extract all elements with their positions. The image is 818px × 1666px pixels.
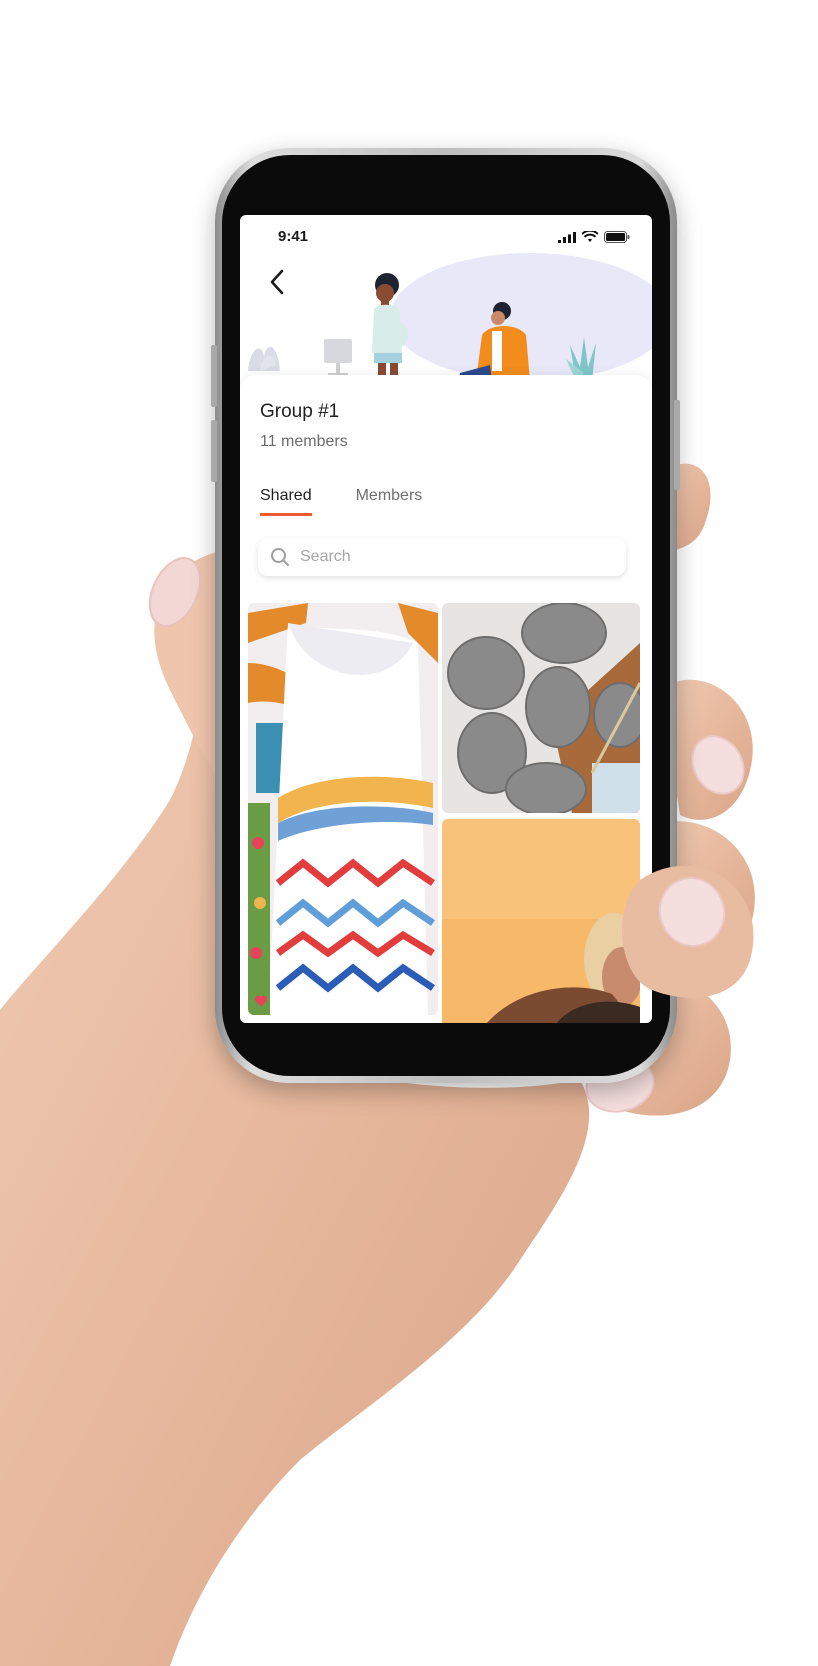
- clothes-photo-tile[interactable]: [248, 603, 438, 1015]
- heart-icon[interactable]: [254, 995, 268, 1007]
- tab-members[interactable]: Members: [356, 487, 423, 516]
- tab-bar: Shared Members: [260, 487, 422, 516]
- yarn-photo: [442, 603, 640, 813]
- tab-shared[interactable]: Shared: [260, 487, 312, 516]
- volume-up-button: [211, 345, 217, 407]
- finger-overlay: [622, 865, 754, 998]
- battery-icon: [604, 231, 630, 243]
- volume-down-button: [211, 420, 217, 482]
- header-illustration: [248, 253, 652, 381]
- status-icons: [558, 231, 630, 243]
- clothes-photo: [248, 603, 438, 1015]
- power-button: [674, 400, 680, 490]
- search-bar: [258, 538, 626, 576]
- status-time: 9:41: [278, 228, 309, 245]
- group-card: Group #1 11 members Shared Members: [240, 375, 652, 1023]
- yarn-photo-tile[interactable]: [442, 603, 640, 813]
- chevron-left-icon: [270, 269, 284, 295]
- members-count: 11 members: [260, 433, 348, 450]
- phone-screen: 9:41 Group #1 11 members Shared Members …: [240, 215, 652, 1023]
- wifi-icon: [582, 231, 598, 242]
- search-icon: [271, 548, 289, 566]
- group-title: Group #1: [260, 401, 340, 422]
- back-button[interactable]: [262, 267, 292, 297]
- search-input[interactable]: [298, 547, 602, 567]
- signal-icon: [558, 231, 576, 243]
